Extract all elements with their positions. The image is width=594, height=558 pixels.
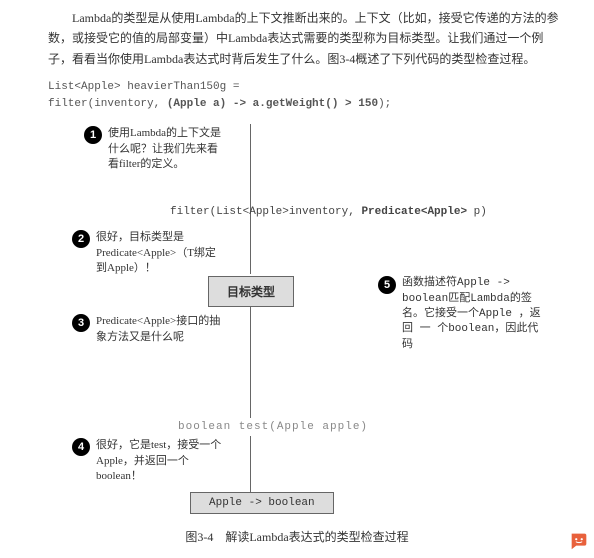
connector-line [250,124,251,274]
code-example: List<Apple> heavierThan150g = filter(inv… [0,75,594,120]
connector-line [250,302,251,419]
step-bullet-4: 4 [72,438,90,456]
connector-line [250,434,251,492]
filter-signature: filter(List<Apple>inventory, Predicate<A… [170,206,487,218]
step-note-2: 很好，目标类型是Predicate<Apple>（T绑定到Apple）！ [96,230,226,276]
step-bullet-1: 1 [84,126,102,144]
step-note-4: 很好，它是test，接受一个Apple，并返回一个boolean！ [96,438,226,484]
step-note-5: 函数描述符Apple -> boolean匹配Lambda的签名。它接受一个Ap… [402,276,547,353]
feedback-icon[interactable] [568,530,590,552]
target-type-box: 目标类型 [208,276,294,307]
figure-caption: 图3-4 解读Lambda表达式的类型检查过程 [0,528,594,545]
code-line-2: filter(inventory, (Apple a) -> a.getWeig… [48,96,594,113]
step-note-3: Predicate<Apple>接口的抽象方法又是什么呢 [96,314,226,345]
step-bullet-3: 3 [72,314,90,332]
step-bullet-2: 2 [72,230,90,248]
test-signature-box: boolean test(Apple apple) [170,418,376,436]
step-note-1: 使用Lambda的上下文是什么呢？让我们先来看看filter的定义。 [108,126,228,172]
code-line-1: List<Apple> heavierThan150g = [48,79,594,96]
figure-3-4-diagram: 1 使用Lambda的上下文是什么呢？让我们先来看看filter的定义。 fil… [90,124,566,524]
step-bullet-5: 5 [378,276,396,294]
function-descriptor-box: Apple -> boolean [190,492,334,514]
intro-paragraph: Lambda的类型是从使用Lambda的上下文推断出来的。上下文（比如，接受它传… [0,0,594,75]
